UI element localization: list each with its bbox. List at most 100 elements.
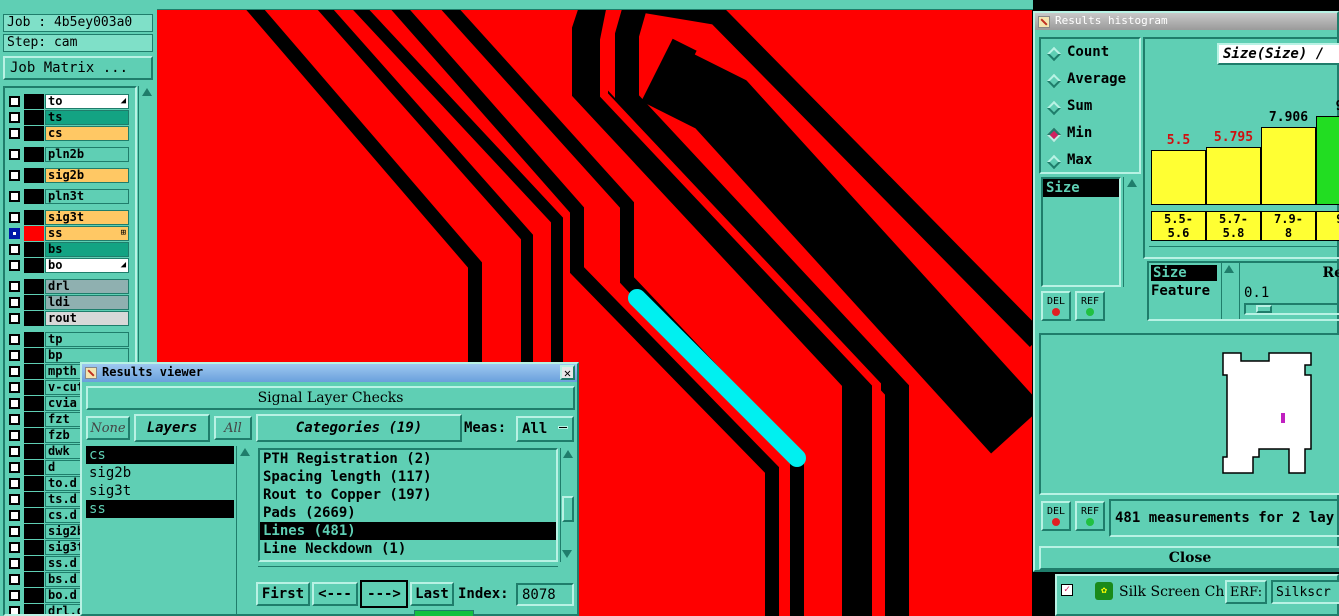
histogram-titlebar[interactable]: Results histogram (1035, 13, 1337, 30)
layer-color-swatch[interactable] (24, 572, 44, 587)
mode-label[interactable]: Average (1067, 71, 1126, 87)
layer-color-swatch[interactable] (24, 110, 44, 125)
histogram-bar[interactable] (1151, 150, 1206, 205)
histogram-bar[interactable] (1206, 147, 1261, 205)
mode-label[interactable]: Max (1067, 152, 1092, 168)
layer-row[interactable]: drl (7, 279, 129, 294)
scroll-up-icon[interactable] (239, 448, 250, 456)
layer-row[interactable]: bo ◢ (7, 258, 129, 273)
layer-color-swatch[interactable] (24, 492, 44, 507)
layer-name[interactable]: bs (45, 242, 129, 257)
prev-button[interactable]: <--- (312, 582, 358, 606)
layer-checkbox[interactable] (9, 574, 20, 585)
layer-results-list[interactable]: cs sig2b sig3t ss (86, 446, 234, 614)
layer-row[interactable]: bp (7, 348, 129, 363)
layer-checkbox[interactable] (9, 558, 20, 569)
layer-name[interactable]: cs (45, 126, 129, 141)
layer-checkbox[interactable] (9, 212, 20, 223)
layer-checkbox[interactable] (9, 382, 20, 393)
scroll-up-icon[interactable] (563, 450, 573, 458)
layer-row[interactable]: ts (7, 110, 129, 125)
mode-label[interactable]: Min (1067, 125, 1092, 141)
layers-button[interactable]: Layers (134, 414, 210, 442)
layer-checkbox[interactable] (9, 526, 20, 537)
layer-color-swatch[interactable] (24, 556, 44, 571)
layer-name[interactable]: ldi (45, 295, 129, 310)
sort-scrollbar[interactable] (1221, 263, 1235, 319)
scroll-thumb[interactable] (562, 496, 574, 522)
layer-color-swatch[interactable] (24, 258, 44, 273)
layer-checkbox[interactable] (9, 590, 20, 601)
layer-checkbox[interactable] (9, 366, 20, 377)
categories-list[interactable]: PTH Registration (2) Spacing length (117)… (258, 448, 558, 562)
erf-button[interactable]: ERF: (1225, 580, 1267, 604)
close-button[interactable]: Close (1039, 546, 1339, 570)
layer-color-swatch[interactable] (24, 412, 44, 427)
layer-color-swatch[interactable] (24, 396, 44, 411)
layer-row[interactable]: ldi (7, 295, 129, 310)
mode-radio[interactable] (1046, 127, 1062, 143)
mode-radio[interactable] (1046, 100, 1062, 116)
layer-row[interactable]: to ◢ (7, 94, 129, 109)
layer-checkbox[interactable] (9, 281, 20, 292)
none-button[interactable]: None (86, 416, 130, 440)
layer-color-swatch[interactable] (24, 364, 44, 379)
histogram-bar[interactable] (1261, 127, 1316, 205)
layer-row[interactable]: rout (7, 311, 129, 326)
layer-checkbox[interactable] (9, 297, 20, 308)
layer-color-swatch[interactable] (24, 126, 44, 141)
category-item[interactable]: Spacing length (117) (260, 468, 556, 486)
layer-color-swatch[interactable] (24, 168, 44, 183)
del-button[interactable]: DEL (1041, 291, 1071, 321)
categories-scrollbar[interactable] (560, 448, 575, 562)
layer-color-swatch[interactable] (24, 524, 44, 539)
layer-row[interactable]: cs (7, 126, 129, 141)
all-button[interactable]: All (214, 416, 252, 440)
layer-color-swatch[interactable] (24, 460, 44, 475)
size-list[interactable]: Size (1041, 177, 1121, 287)
layer-color-swatch[interactable] (24, 279, 44, 294)
layer-checkbox[interactable] (9, 414, 20, 425)
job-matrix-button[interactable]: Job Matrix ... (3, 56, 153, 80)
sort-feature[interactable]: Feature (1151, 283, 1210, 299)
scroll-down-icon[interactable] (562, 548, 572, 560)
layer-name[interactable]: pln2b (45, 147, 129, 162)
layer-row[interactable]: ss ⊞ (7, 226, 129, 241)
layer-checkbox[interactable] (9, 350, 20, 361)
categories-hscrollbar[interactable] (258, 566, 558, 578)
layer-row[interactable]: sig3t (7, 210, 129, 225)
layer-checkbox[interactable] (9, 446, 20, 457)
signal-layer-checks-button[interactable]: Signal Layer Checks (86, 386, 575, 410)
layer-color-swatch[interactable] (24, 210, 44, 225)
layer-checkbox[interactable] (9, 606, 20, 614)
category-item[interactable]: Pads (2669) (260, 504, 556, 522)
slider-handle[interactable] (1256, 305, 1272, 313)
layer-name[interactable]: ss (45, 226, 129, 241)
layer-checkbox[interactable] (9, 128, 20, 139)
resolution-slider[interactable] (1244, 303, 1339, 315)
erf-input[interactable] (1271, 580, 1339, 604)
chart-header[interactable]: Size(Size) / (1217, 43, 1339, 65)
bin-label[interactable]: 9-9 (1316, 211, 1339, 241)
ref-button[interactable]: REF (1075, 291, 1105, 321)
scroll-up-icon[interactable] (142, 88, 152, 96)
layer-name[interactable]: drl (45, 279, 129, 294)
mode-label[interactable]: Count (1067, 44, 1109, 60)
index-input[interactable] (516, 583, 574, 606)
layer-name[interactable]: rout (45, 311, 129, 326)
layer-name[interactable]: pln3t (45, 189, 129, 204)
layer-row[interactable]: sig2b (7, 168, 129, 183)
bin-label[interactable]: 5.5- 5.6 (1151, 211, 1206, 241)
scroll-up-icon[interactable] (1126, 179, 1137, 187)
del-button-2[interactable]: DEL (1041, 501, 1071, 531)
layer-name[interactable]: sig2b (45, 168, 129, 183)
layer-row[interactable]: pln2b (7, 147, 129, 162)
ref-button-2[interactable]: REF (1075, 501, 1105, 531)
layer-checkbox[interactable] (9, 244, 20, 255)
layer-checkbox[interactable] (9, 149, 20, 160)
layer-result-item[interactable]: ss (86, 500, 234, 518)
layer-checkbox[interactable] (9, 112, 20, 123)
layer-color-swatch[interactable] (24, 147, 44, 162)
layer-checkbox[interactable] (9, 510, 20, 521)
mode-label[interactable]: Sum (1067, 98, 1092, 114)
